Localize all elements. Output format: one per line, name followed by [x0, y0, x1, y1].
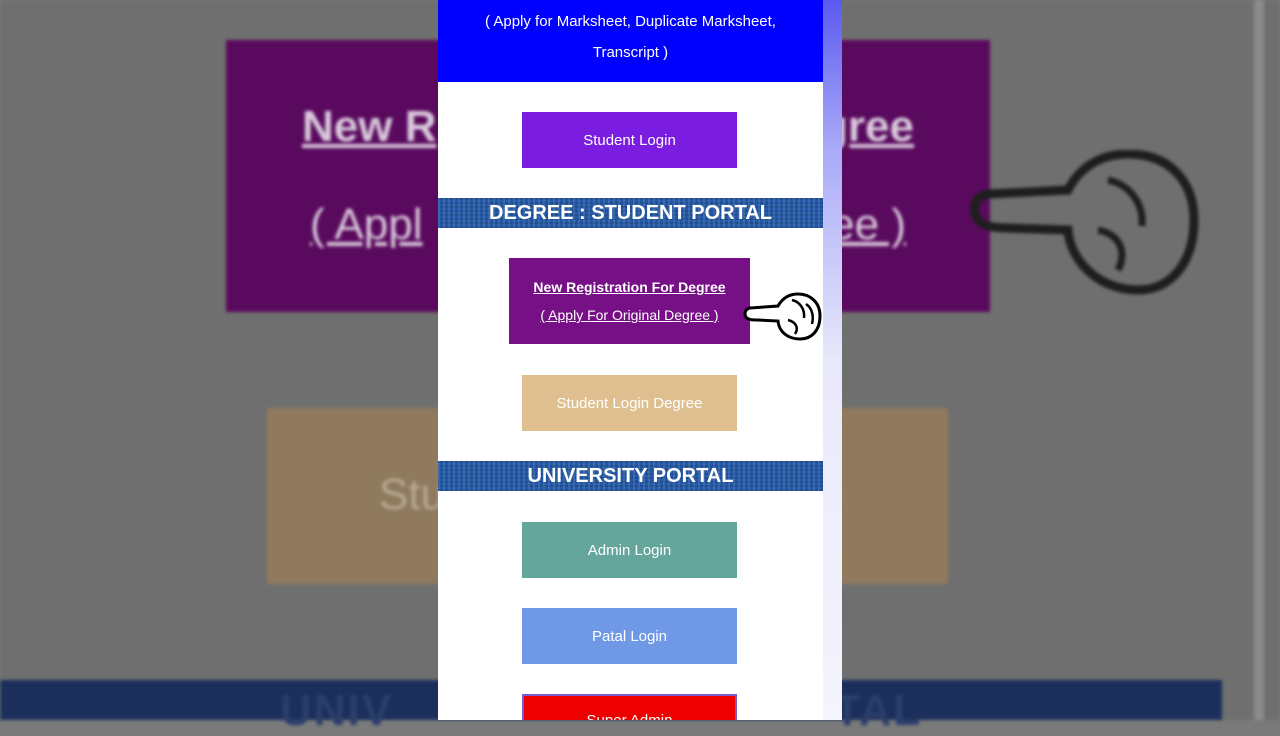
new-registration-subtitle: ( Apply For Original Degree ) — [540, 307, 719, 323]
new-registration-for-degree-button[interactable]: New Registration For Degree ( Apply For … — [509, 258, 750, 344]
page-edge-gradient — [823, 0, 842, 720]
pointing-hand-icon — [743, 292, 822, 341]
top-banner: ( Apply for Marksheet, Duplicate Markshe… — [438, 0, 823, 82]
background-band-text-left: UNIV — [280, 686, 394, 735]
patal-login-button[interactable]: Patal Login — [522, 608, 737, 664]
background-pointing-hand-icon — [970, 150, 1199, 295]
background-band-text-right: TAL — [833, 686, 922, 735]
student-login-button[interactable]: Student Login — [522, 112, 737, 168]
admin-login-button[interactable]: Admin Login — [522, 522, 737, 578]
degree-student-portal-header: DEGREE : STUDENT PORTAL — [438, 198, 823, 228]
background-purple-text: New R — [302, 102, 437, 151]
new-registration-title: New Registration For Degree — [533, 279, 726, 295]
top-banner-line-1: ( Apply for Marksheet, Duplicate Markshe… — [485, 13, 776, 30]
background-purple-subtext: ( Appl — [310, 200, 423, 249]
background-tan-text: Stu — [379, 470, 446, 519]
background-scrollbar — [1254, 0, 1264, 720]
university-portal-header: UNIVERSITY PORTAL — [438, 461, 823, 491]
top-banner-line-2: Transcript ) — [592, 44, 669, 61]
mobile-page: ( Apply for Marksheet, Duplicate Markshe… — [438, 0, 842, 720]
student-login-degree-button[interactable]: Student Login Degree — [522, 375, 737, 431]
super-admin-button[interactable]: Super Admin — [522, 694, 737, 720]
